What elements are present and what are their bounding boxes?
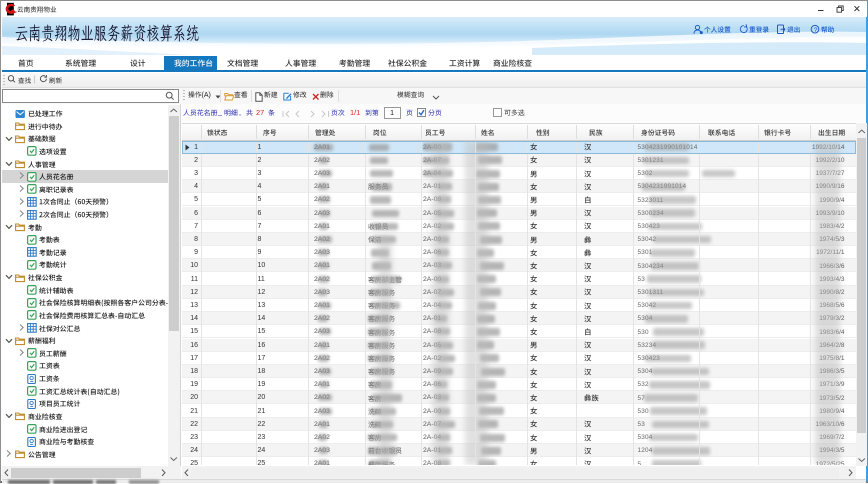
svg-text:?: ? [814, 26, 818, 33]
